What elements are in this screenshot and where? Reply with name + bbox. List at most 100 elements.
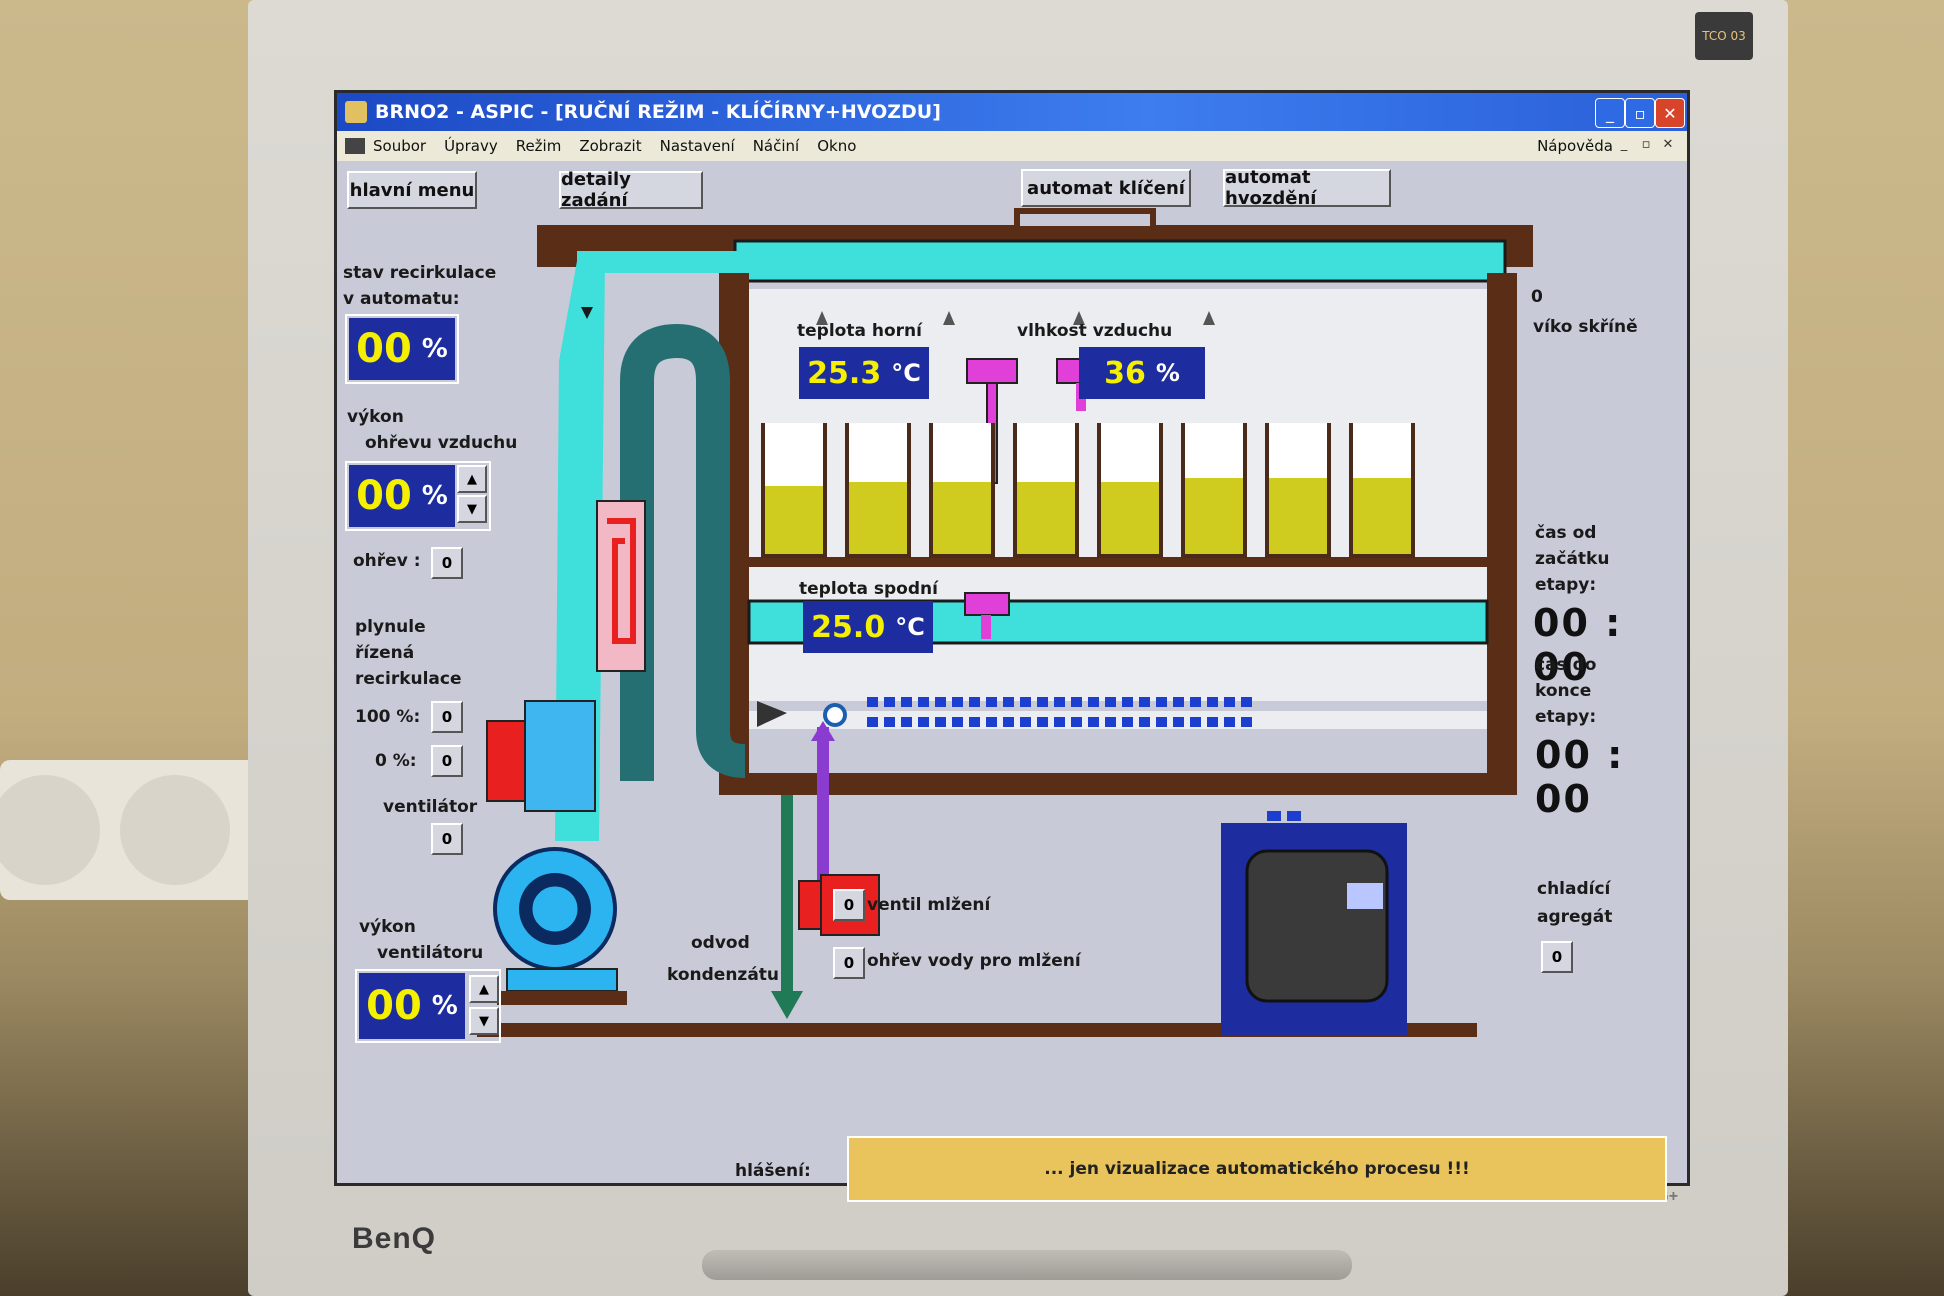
mist-particle	[1224, 697, 1235, 707]
steeping-tank	[1181, 423, 1247, 558]
mist-particle	[1241, 717, 1252, 727]
mist-particle	[1105, 717, 1116, 727]
tank-fill-level	[849, 481, 907, 554]
mist-particle	[935, 697, 946, 707]
mist-particle	[935, 717, 946, 727]
monitor-control-buttons[interactable]	[702, 1250, 1352, 1280]
top-air-duct	[733, 239, 1507, 283]
recirc-readout: 00%	[349, 318, 455, 380]
fan-power-title: výkon	[359, 917, 416, 937]
details-button[interactable]: detaily zadání	[559, 169, 703, 211]
minimize-button[interactable]: _	[1595, 98, 1625, 128]
window-title: BRNO2 - ASPIC - [RUČNÍ REŽIM - KLÍČÍRNY+…	[375, 101, 941, 123]
menu-nastaveni[interactable]: Nastavení	[660, 137, 735, 155]
fan-housing	[524, 700, 596, 812]
menu-nacini[interactable]: Náčiní	[753, 137, 800, 155]
mdi-minimize-button[interactable]: _	[1615, 137, 1633, 155]
steeping-tank	[1013, 423, 1079, 558]
application-window: BRNO2 - ASPIC - [RUČNÍ REŽIM - KLÍČÍRNY+…	[334, 90, 1690, 1202]
recirc-100-toggle[interactable]: 0	[431, 701, 463, 733]
mist-valve-toggle[interactable]: 0	[833, 889, 865, 921]
mdi-close-button[interactable]: ✕	[1659, 137, 1677, 155]
mist-particle	[952, 717, 963, 727]
air-heater	[596, 500, 646, 672]
continuous-recirc-title2: řízená	[355, 643, 415, 663]
bottom-temp-probe	[964, 592, 1010, 616]
humidity-readout: 36%	[1079, 347, 1205, 399]
main-menu-button[interactable]: hlavní menu	[347, 171, 477, 209]
maximize-button[interactable]: ▫	[1625, 98, 1655, 128]
temp-top-readout: 25.3 °C	[799, 347, 929, 399]
recirc-0-label: 0 %:	[375, 751, 417, 771]
mist-particle	[1088, 717, 1099, 727]
fan-toggle[interactable]: 0	[431, 823, 463, 855]
menu-bar: Soubor Úpravy Režim Zobrazit Nastavení N…	[337, 131, 1687, 161]
monitor-badge: TCO 03	[1695, 12, 1753, 60]
recirc-title: stav recirkulace	[343, 263, 497, 283]
menu-okno[interactable]: Okno	[817, 137, 856, 155]
mist-particle	[901, 697, 912, 707]
recirc-unit: %	[421, 334, 448, 364]
menu-rezim[interactable]: Režim	[516, 137, 562, 155]
remain-label: čas do	[1535, 655, 1597, 675]
mist-particle	[1173, 697, 1184, 707]
mist-valve-head	[823, 703, 847, 727]
water-heat-toggle[interactable]: 0	[833, 947, 865, 979]
mist-particle	[1020, 697, 1031, 707]
mist-particle	[1122, 717, 1133, 727]
continuous-recirc-title: plynule	[355, 617, 426, 637]
fan-power-increase-button[interactable]: ▲	[469, 975, 499, 1003]
water-line	[817, 727, 829, 897]
menu-napoveda[interactable]: Nápověda	[1537, 137, 1613, 155]
heat-value: 00	[356, 473, 412, 519]
steeping-tank	[761, 423, 827, 558]
mist-particle	[1122, 697, 1133, 707]
close-button[interactable]: ✕	[1655, 98, 1685, 128]
mist-particle	[1190, 697, 1201, 707]
menu-soubor[interactable]: Soubor	[373, 137, 426, 155]
app-icon	[345, 101, 367, 123]
menu-upravy[interactable]: Úpravy	[444, 137, 498, 155]
heat-unit: %	[421, 481, 448, 511]
tank-fill-level	[1017, 481, 1075, 554]
auto-kilning-button[interactable]: automat hvozdění	[1223, 167, 1391, 209]
fan-power-readout: 00%	[359, 973, 465, 1039]
temp-top-value: 25.3	[807, 355, 882, 391]
mist-particle	[1037, 717, 1048, 727]
temp-top-unit: °C	[891, 359, 921, 387]
humidity-label: vlhkost vzduchu	[1017, 321, 1173, 341]
heat-decrease-button[interactable]: ▼	[457, 495, 487, 523]
chiller-toggle[interactable]: 0	[1541, 941, 1573, 973]
fan-power-decrease-button[interactable]: ▼	[469, 1007, 499, 1035]
fan-power-subtitle: ventilátoru	[377, 943, 484, 963]
chamber-right-wall	[1487, 273, 1517, 773]
mist-particle	[867, 717, 878, 727]
mist-particle	[1224, 717, 1235, 727]
recirc-0-toggle[interactable]: 0	[431, 745, 463, 777]
heat-increase-button[interactable]: ▲	[457, 465, 487, 493]
mist-particle	[986, 697, 997, 707]
mist-particle	[1241, 697, 1252, 707]
mdi-restore-button[interactable]: ▫	[1637, 137, 1655, 155]
lid-label: víko skříně	[1533, 317, 1638, 337]
lid-state: 0	[1531, 287, 1543, 307]
recirc-value: 00	[356, 326, 412, 372]
heating-toggle[interactable]: 0	[431, 547, 463, 579]
tank-fill-level	[765, 485, 823, 554]
mist-particle	[1173, 717, 1184, 727]
grate-floor	[749, 557, 1487, 567]
auto-germination-button[interactable]: automat klíčení	[1021, 169, 1191, 207]
chiller-label: chladící	[1537, 879, 1611, 899]
mist-particle	[1207, 697, 1218, 707]
mist-particle	[884, 697, 895, 707]
mist-valve-body	[798, 880, 822, 930]
mist-particle	[1003, 717, 1014, 727]
status-label: hlášení:	[735, 1161, 811, 1181]
menu-zobrazit[interactable]: Zobrazit	[579, 137, 641, 155]
chiller-label-2: agregát	[1537, 907, 1613, 927]
cabinet-lid-handle	[1014, 208, 1156, 232]
mist-particle	[1088, 697, 1099, 707]
drain-arrow-icon	[771, 991, 803, 1019]
scada-panel: hlavní menu detaily zadání automat klíče…	[337, 161, 1687, 1202]
mist-particle	[1190, 717, 1201, 727]
